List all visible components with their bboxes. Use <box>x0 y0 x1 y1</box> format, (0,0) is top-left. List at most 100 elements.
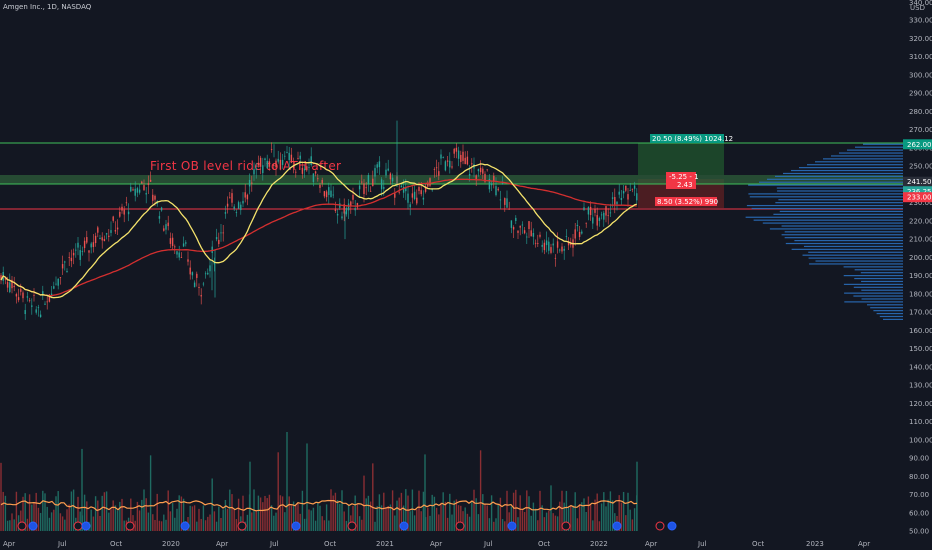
volume-bar <box>6 520 9 531</box>
time-tick: Apr <box>216 540 228 548</box>
candle-body <box>499 199 502 201</box>
candle-body <box>121 206 123 211</box>
volume-bar <box>167 490 169 531</box>
volume-bar <box>356 503 359 531</box>
volume-bar <box>325 504 328 531</box>
volume-bar <box>587 496 590 531</box>
volume-bar <box>418 490 420 531</box>
candle-body <box>275 160 277 168</box>
candle-body <box>167 222 169 227</box>
candle-body <box>24 310 26 315</box>
earnings-icon[interactable] <box>347 521 357 531</box>
volume-bar <box>365 498 367 531</box>
candle-body <box>154 195 156 200</box>
volume-bar <box>286 431 288 531</box>
volume-bar <box>207 516 209 531</box>
candle-body <box>394 193 396 198</box>
volume-profile-bar <box>762 222 903 224</box>
dividend-icon[interactable] <box>28 521 38 531</box>
volume-bar <box>506 490 508 531</box>
earnings-icon[interactable] <box>655 521 665 531</box>
candle-body <box>515 217 517 221</box>
candle-body <box>422 197 425 200</box>
volume-bar <box>121 498 123 531</box>
candle-body <box>387 168 389 171</box>
volume-bar <box>61 516 64 531</box>
dividend-icon[interactable] <box>507 521 517 531</box>
dividend-icon[interactable] <box>399 521 409 531</box>
volume-bar <box>123 520 125 531</box>
candle-body <box>112 216 114 221</box>
earnings-icon[interactable] <box>17 521 27 531</box>
volume-bar <box>629 509 631 531</box>
volume-bar <box>46 506 48 531</box>
time-tick: Jul <box>269 540 279 548</box>
earnings-icon[interactable] <box>455 521 465 531</box>
earnings-icon[interactable] <box>237 521 247 531</box>
candle-body <box>281 159 284 165</box>
candle-body <box>240 204 242 211</box>
candle-body <box>136 188 139 193</box>
candle-body <box>631 188 634 190</box>
price-chart[interactable]: USD 20.50 (8.49%) 1024.12 -5.25 - 1 2.43… <box>0 0 932 550</box>
candle-body <box>160 207 163 211</box>
candle-body <box>440 154 442 159</box>
dividend-icon[interactable] <box>180 521 190 531</box>
volume-bar <box>275 512 277 531</box>
candle-body <box>556 241 559 248</box>
price-tick: 180.00 <box>909 290 932 298</box>
volume-bar <box>519 495 521 531</box>
dividend-icon[interactable] <box>612 521 622 531</box>
dividend-icon[interactable] <box>81 521 91 531</box>
candle-body <box>110 230 112 233</box>
volume-bar <box>37 507 40 531</box>
earnings-icon[interactable] <box>125 521 135 531</box>
volume-profile-bar <box>809 263 903 265</box>
candle-body <box>350 201 352 206</box>
time-axis[interactable]: Apr Jul Oct 2020 Apr Jul Oct 2021 Apr Jul Oct 2022 A… <box>3 540 870 548</box>
volume-bar <box>2 491 4 531</box>
volume-bar <box>493 521 495 531</box>
volume-profile-bar <box>759 181 903 183</box>
volume-bar <box>266 498 268 531</box>
candle-body <box>259 157 262 167</box>
volume-profile-bar <box>854 277 903 280</box>
volume-bar <box>479 450 482 531</box>
time-tick: 2022 <box>590 540 608 548</box>
position-target-zone[interactable] <box>638 143 724 175</box>
candle-body <box>594 208 596 213</box>
candle-body <box>416 197 418 204</box>
volume-profile-bar <box>831 155 903 157</box>
volume-bar <box>482 494 484 531</box>
candle-body <box>468 174 471 176</box>
candle-body <box>39 314 42 318</box>
candle-body <box>218 239 220 245</box>
candle-body <box>328 187 330 195</box>
volume-bar <box>440 502 442 531</box>
volume-bar <box>149 455 152 531</box>
volume-bar <box>108 512 110 531</box>
candle-body <box>618 191 620 195</box>
volume-bar <box>552 513 554 531</box>
earnings-icon[interactable] <box>73 521 83 531</box>
volume-bar <box>534 508 537 531</box>
volume-bar <box>226 508 229 531</box>
candle-body <box>548 241 550 251</box>
volume-bar <box>154 519 156 531</box>
volume-bar <box>378 494 381 531</box>
candle-body <box>187 259 189 262</box>
volume-bar <box>358 516 361 531</box>
volume-bar <box>543 517 546 531</box>
time-tick: Oct <box>324 540 336 548</box>
candle-body <box>565 236 568 238</box>
dividend-icon[interactable] <box>667 521 677 531</box>
volume-profile-bar <box>855 146 903 148</box>
volume-profile-bar <box>781 234 903 236</box>
dividend-icon[interactable] <box>291 521 301 531</box>
earnings-icon[interactable] <box>561 521 571 531</box>
candle-body <box>532 232 535 237</box>
volume-bar <box>330 489 332 531</box>
volume-profile-bar <box>775 202 903 204</box>
candle-body <box>596 215 598 226</box>
volume-profile-bar <box>847 149 903 151</box>
